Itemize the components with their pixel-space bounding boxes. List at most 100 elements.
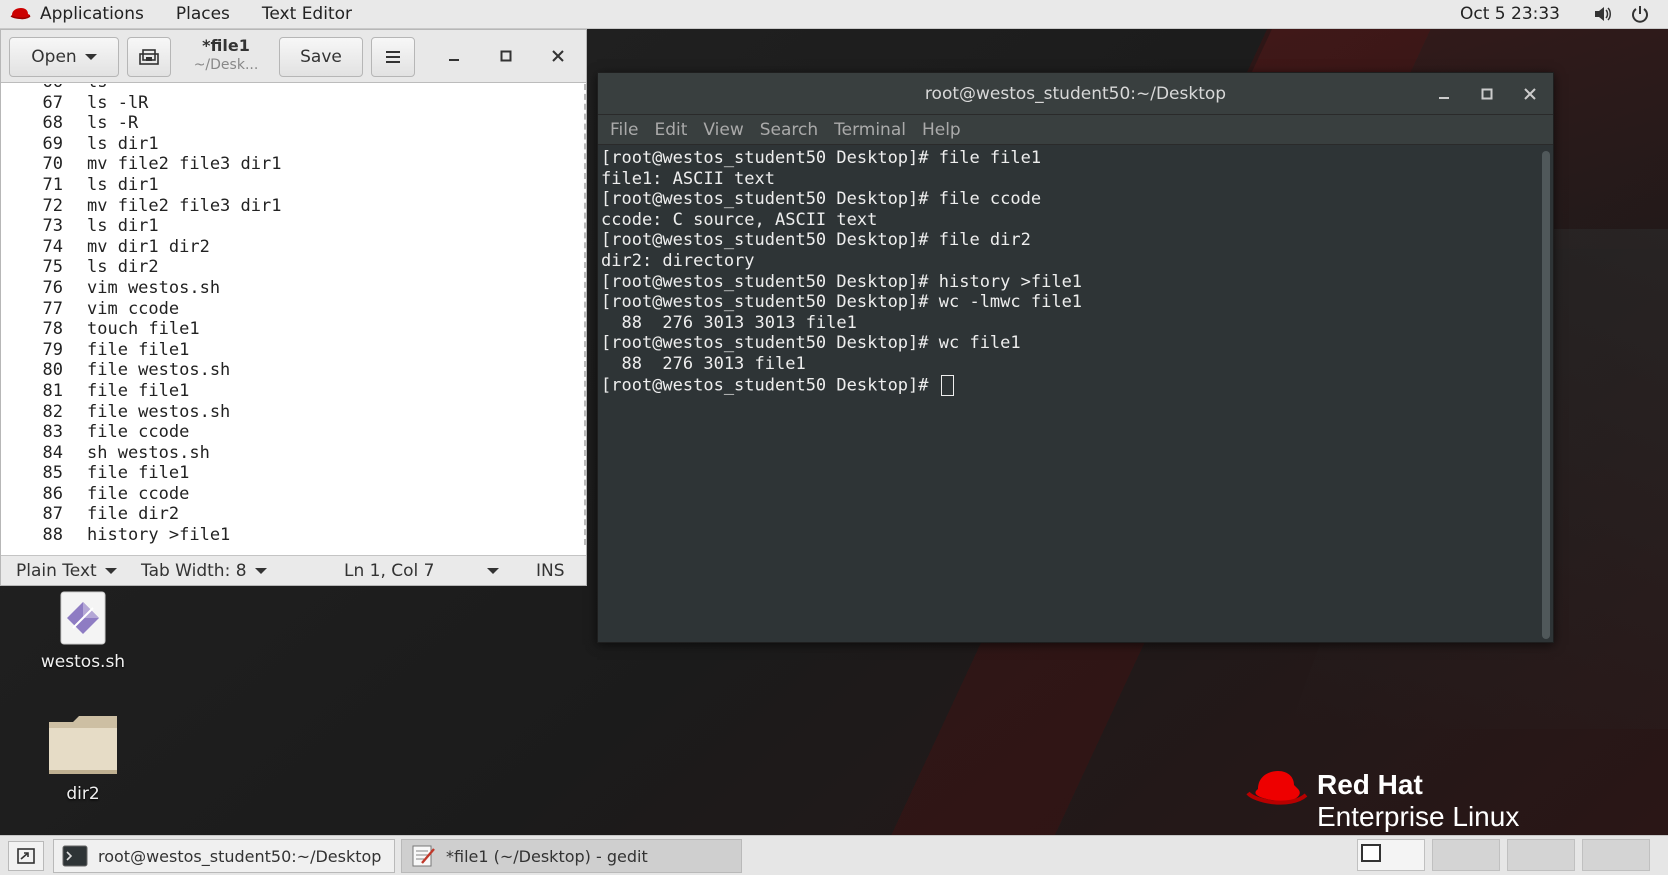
gedit-statusbar: Plain Text Tab Width: 8 Ln 1, Col 7 INS [1,555,586,585]
text-editor-area[interactable]: 66 ls 67 ls -lR 68 ls -R 69 ls dir1 70 mv file2 f… [1,84,586,545]
desktop-icon-westos-sh[interactable]: westos.sh [33,590,133,672]
open-button-label: Open [31,47,77,67]
applications-menu[interactable]: Applications [40,4,144,24]
show-desktop-icon [17,848,35,864]
editor-line-text: mv file2 file3 dir1 [87,154,282,175]
minimize-icon [449,59,459,61]
terminal-line: 88 276 3013 file1 [601,353,806,374]
tab-width-selector[interactable]: Tab Width: 8 [141,561,267,581]
save-button[interactable]: Save [279,37,363,77]
terminal-window[interactable]: root@westos_student50:~/Desktop File Edi… [597,72,1554,643]
terminal-scrollbar[interactable] [1542,151,1550,639]
chevron-down-icon [84,54,97,60]
chevron-down-icon [254,568,267,574]
terminal-close-button[interactable] [1514,78,1546,110]
gedit-headerbar: Open *file1 ~/Desk... Save [1,30,586,83]
minimize-button[interactable] [438,40,470,72]
editor-line-number: 71 [42,174,63,195]
taskbar: root@westos_student50:~/Desktop *file1 (… [0,835,1668,875]
new-document-button[interactable] [127,37,171,77]
redhat-icon [10,8,31,20]
gedit-window[interactable]: Open *file1 ~/Desk... Save 67 ls -lR 68 … [0,29,587,586]
editor-line: 73 ls dir1 [1,216,584,237]
editor-line-text: sh westos.sh [87,442,210,463]
desktop-icon-dir2[interactable]: dir2 [33,712,133,804]
editor-line: 71 ls dir1 [1,175,584,196]
editor-line: 80 file westos.sh [1,360,584,381]
folder-icon [49,716,117,774]
editor-line-text: ls dir1 [87,216,159,237]
logo-text-line1: Red Hat [1317,769,1423,800]
language-selector[interactable]: Plain Text [16,561,117,581]
hamburger-menu-button[interactable] [371,37,415,77]
editor-line: 74 mv dir1 dir2 [1,237,584,258]
editor-line-text: file file1 [87,380,190,401]
editor-line: 86 file ccode [1,484,584,505]
redhat-logo: Red Hat Enterprise Linux [1244,763,1574,833]
editor-line-number: 69 [42,133,63,154]
editor-line-number: 66 [1,84,63,93]
document-title: *file1 ~/Desk... [176,36,276,73]
editor-line-text: vim ccode [87,298,180,319]
places-menu[interactable]: Places [176,4,230,24]
editor-line-number: 72 [42,195,63,216]
terminal-output[interactable]: [root@westos_student50 Desktop]# file fi… [598,148,1538,642]
close-button[interactable] [542,40,574,72]
show-desktop-button[interactable] [8,841,44,871]
terminal-menu-terminal[interactable]: Terminal [834,120,906,140]
taskbar-item-gedit[interactable]: *file1 (~/Desktop) - gedit [401,839,742,873]
editor-line-text: history >file1 [87,525,231,545]
terminal-menu-help[interactable]: Help [922,120,961,140]
editor-line-text: file westos.sh [87,360,231,381]
editor-line: 76 vim westos.sh [1,278,584,299]
minimize-icon [1439,97,1449,99]
editor-line-number: 70 [42,154,63,175]
editor-line-text: mv dir1 dir2 [87,236,210,257]
desktop-icon-label: dir2 [66,784,100,804]
taskbar-item-terminal[interactable]: root@westos_student50:~/Desktop [53,839,395,873]
workspace-3[interactable] [1507,839,1575,871]
editor-line-number: 77 [42,298,63,319]
clock[interactable]: Oct 5 23:33 [1460,4,1560,24]
language-label: Plain Text [16,561,97,581]
script-file-icon [60,591,106,645]
power-icon[interactable] [1630,4,1650,24]
terminal-titlebar[interactable]: root@westos_student50:~/Desktop [598,73,1553,115]
volume-icon[interactable] [1592,4,1612,24]
editor-line: 69 ls dir1 [1,134,584,155]
editor-line-text: mv file2 file3 dir1 [87,195,282,216]
terminal-minimize-button[interactable] [1428,78,1460,110]
terminal-menu-edit[interactable]: Edit [654,120,687,140]
editor-line-text: file dir2 [87,504,180,525]
editor-line-number: 88 [42,525,63,545]
editor-line-text: ls -R [87,113,139,134]
workspace-2[interactable] [1432,839,1500,871]
editor-line-number: 84 [42,442,63,463]
workspace-4[interactable] [1582,839,1650,871]
terminal-prompt-line[interactable]: [root@westos_student50 Desktop]# [601,374,1538,396]
terminal-maximize-button[interactable] [1471,78,1503,110]
maximize-button[interactable] [490,40,522,72]
terminal-line: [root@westos_student50 Desktop]# file fi… [601,148,1042,168]
editor-line: 70 mv file2 file3 dir1 [1,154,584,175]
editor-line: 85 file file1 [1,463,584,484]
editor-line-number: 83 [42,422,63,443]
terminal-line: ccode: C source, ASCII text [601,209,878,230]
editor-line: 77 vim ccode [1,299,584,320]
editor-line: 88 history >file1 [1,525,584,545]
terminal-menu-search[interactable]: Search [760,120,818,140]
app-menu[interactable]: Text Editor [262,4,352,24]
cursor-position-selector[interactable]: Ln 1, Col 7 [344,561,499,581]
open-button[interactable]: Open [9,37,119,77]
terminal-line: dir2: directory [601,250,755,271]
editor-line-text: vim westos.sh [87,277,221,298]
taskbar-item-label: root@westos_student50:~/Desktop [98,846,382,866]
cursor-position-label: Ln 1, Col 7 [344,561,435,581]
terminal-menu-view[interactable]: View [703,120,743,140]
editor-line-number: 74 [42,236,63,257]
editor-line-number: 67 [42,92,63,113]
workspace-1[interactable] [1357,839,1425,871]
terminal-menu-file[interactable]: File [610,120,638,140]
editor-line-number: 85 [42,463,63,484]
editor-line-number: 78 [42,319,63,340]
